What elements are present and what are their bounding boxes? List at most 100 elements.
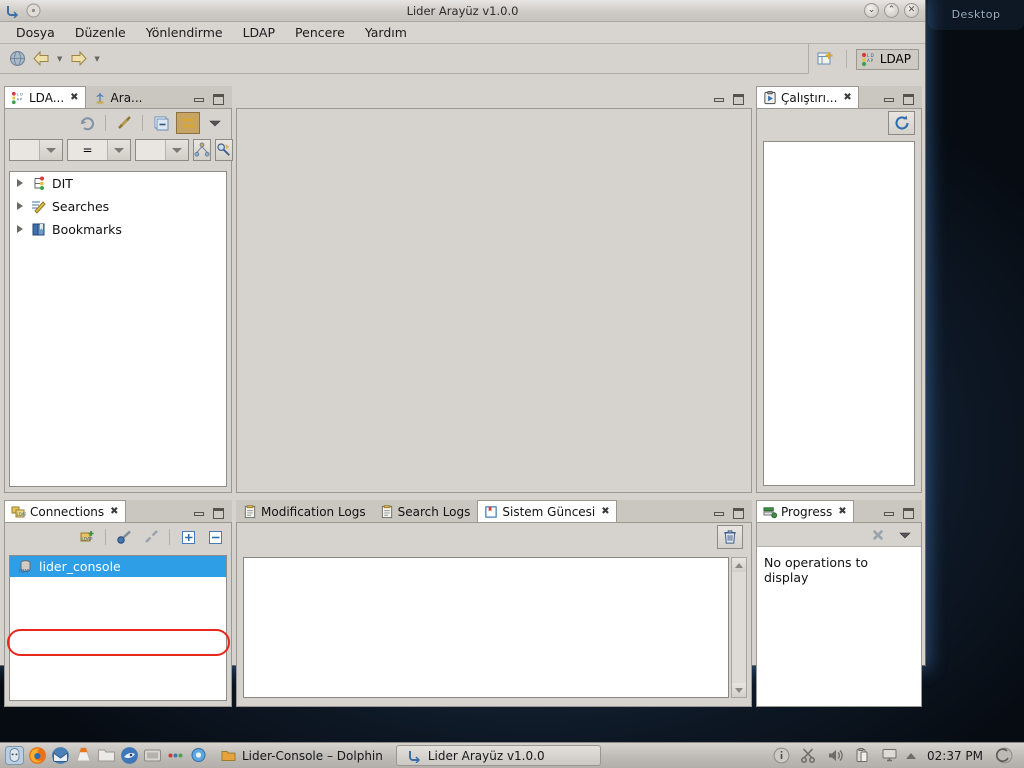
tab-modification-logs[interactable]: Modification Logs (236, 500, 373, 522)
connections-list[interactable]: LDAP lider_console (9, 555, 227, 701)
taskbar-window-dolphin[interactable]: Lider-Console – Dolphin (211, 745, 393, 766)
tab-progress[interactable]: Progress ✖ (756, 500, 854, 522)
scroll-down-arrow-icon[interactable] (732, 683, 746, 697)
connect-icon[interactable] (112, 526, 136, 548)
clear-log-icon[interactable] (717, 525, 743, 549)
menu-yonlendirme[interactable]: Yönlendirme (136, 23, 233, 42)
run-content-list[interactable] (763, 141, 915, 486)
ldap-browser-minimize-button[interactable] (194, 97, 204, 102)
window-maximize-button[interactable]: ⌃ (884, 3, 899, 18)
logs-minimize-button[interactable] (714, 511, 724, 516)
taskbar-window-lider[interactable]: Lider Arayüz v1.0.0 (395, 745, 601, 766)
system-log-textarea[interactable] (243, 557, 729, 698)
link-entry-icon[interactable] (112, 112, 136, 134)
filter-tree-icon[interactable] (193, 139, 211, 161)
window-menu-icon[interactable] (25, 2, 42, 19)
vlc-icon[interactable] (73, 746, 93, 766)
ldap-tree[interactable]: DIT Searches Bookmarks (9, 171, 227, 487)
ldap-browser-maximize-button[interactable] (213, 94, 224, 105)
tree-item-searches[interactable]: Searches (10, 195, 226, 218)
progress-maximize-button[interactable] (903, 508, 914, 519)
tab-search[interactable]: Ara... (85, 86, 150, 108)
connections-maximize-button[interactable] (213, 508, 224, 519)
window-titlebar[interactable]: Lider Arayüz v1.0.0 ⌄ ⌃ ✕ (0, 0, 925, 22)
screenshot-tool-icon[interactable] (142, 746, 162, 766)
tab-progress-close-icon[interactable]: ✖ (836, 506, 846, 517)
attribute-combo-chevron-down-icon[interactable] (40, 140, 62, 160)
thunderbird-icon[interactable] (50, 746, 70, 766)
window-close-button[interactable]: ✕ (904, 3, 919, 18)
forward-history-caret-icon[interactable]: ▼ (91, 55, 102, 63)
view-menu-chevron-icon[interactable] (203, 112, 227, 134)
back-history-caret-icon[interactable]: ▼ (54, 55, 65, 63)
tab-ldap-browser[interactable]: L D A P LDA... ✖ (4, 86, 86, 108)
connections-minimize-button[interactable] (194, 511, 204, 516)
refresh-entry-icon[interactable] (75, 112, 99, 134)
editor-minimize-button[interactable] (714, 97, 724, 102)
refresh-icon[interactable] (888, 111, 915, 135)
menu-yardim[interactable]: Yardım (355, 23, 417, 42)
expand-arrow-icon[interactable] (16, 225, 25, 234)
taskbar-clock[interactable]: 02:37 PM (923, 749, 987, 763)
status-dots-icon[interactable] (165, 746, 185, 766)
firefox-icon[interactable] (27, 746, 47, 766)
system-settings-icon[interactable] (188, 746, 208, 766)
tab-connections[interactable]: LDAP Connections ✖ (4, 500, 126, 522)
run-minimize-button[interactable] (884, 97, 894, 102)
editor-maximize-button[interactable] (733, 94, 744, 105)
menu-pencere[interactable]: Pencere (285, 23, 355, 42)
menu-dosya[interactable]: Dosya (6, 23, 65, 42)
tab-connections-close-icon[interactable]: ✖ (108, 506, 118, 517)
expand-arrow-icon[interactable] (16, 179, 25, 188)
editor-area-body[interactable] (236, 109, 752, 493)
tab-run[interactable]: Çalıştırı... ✖ (756, 86, 859, 108)
kickoff-menu-icon[interactable] (4, 746, 24, 766)
attribute-combo[interactable] (9, 139, 63, 161)
run-maximize-button[interactable] (903, 94, 914, 105)
display-settings-icon[interactable] (879, 746, 899, 766)
konqueror-icon[interactable] (119, 746, 139, 766)
menu-duzenle[interactable]: Düzenle (65, 23, 136, 42)
file-manager-icon[interactable] (96, 746, 116, 766)
progress-minimize-button[interactable] (884, 511, 894, 516)
operator-combo-chevron-down-icon[interactable] (108, 140, 130, 160)
system-log-scrollbar[interactable] (731, 557, 747, 698)
new-connection-icon[interactable]: LDAP (75, 526, 99, 548)
operator-combo[interactable]: = (67, 139, 131, 161)
link-with-editor-icon[interactable] (176, 112, 200, 134)
logs-maximize-button[interactable] (733, 508, 744, 519)
tree-item-bookmarks[interactable]: Bookmarks (10, 218, 226, 241)
tab-sistem-guncesi-close-icon[interactable]: ✖ (599, 506, 609, 517)
scroll-up-arrow-icon[interactable] (732, 558, 746, 572)
expand-all-icon[interactable] (176, 526, 200, 548)
disconnect-icon[interactable] (139, 526, 163, 548)
tab-sistem-guncesi[interactable]: Sistem Güncesi ✖ (477, 500, 617, 522)
pager-icon[interactable] (994, 746, 1014, 766)
value-combo[interactable] (135, 139, 189, 161)
expand-arrow-icon[interactable] (16, 202, 25, 211)
window-minimize-button[interactable]: ⌄ (864, 3, 879, 18)
collapse-all-connections-icon[interactable] (203, 526, 227, 548)
klipper-scissors-icon[interactable] (798, 746, 818, 766)
navigate-back-icon[interactable] (30, 48, 52, 70)
value-combo-field[interactable] (136, 140, 166, 160)
tab-search-logs[interactable]: Search Logs (372, 500, 478, 522)
clipboard-icon[interactable] (852, 746, 872, 766)
tab-ldap-browser-close-icon[interactable]: ✖ (68, 92, 78, 103)
info-notification-icon[interactable] (771, 746, 791, 766)
volume-icon[interactable] (825, 746, 845, 766)
attribute-combo-field[interactable] (10, 140, 40, 160)
tray-expand-arrow-icon[interactable] (906, 752, 916, 759)
open-perspective-icon[interactable] (815, 48, 837, 70)
progress-view-menu-chevron-icon[interactable] (893, 524, 917, 546)
cancel-operation-icon[interactable] (866, 524, 890, 546)
collapse-all-icon[interactable] (149, 112, 173, 134)
perspective-ldap-button[interactable]: L D A P LDAP (855, 48, 919, 70)
tab-run-close-icon[interactable]: ✖ (841, 92, 851, 103)
advanced-search-icon[interactable] (215, 139, 233, 161)
globe-icon[interactable] (6, 48, 28, 70)
menu-ldap[interactable]: LDAP (233, 23, 285, 42)
tree-item-dit[interactable]: DIT (10, 172, 226, 195)
value-combo-chevron-down-icon[interactable] (166, 140, 188, 160)
navigate-forward-icon[interactable] (67, 48, 89, 70)
